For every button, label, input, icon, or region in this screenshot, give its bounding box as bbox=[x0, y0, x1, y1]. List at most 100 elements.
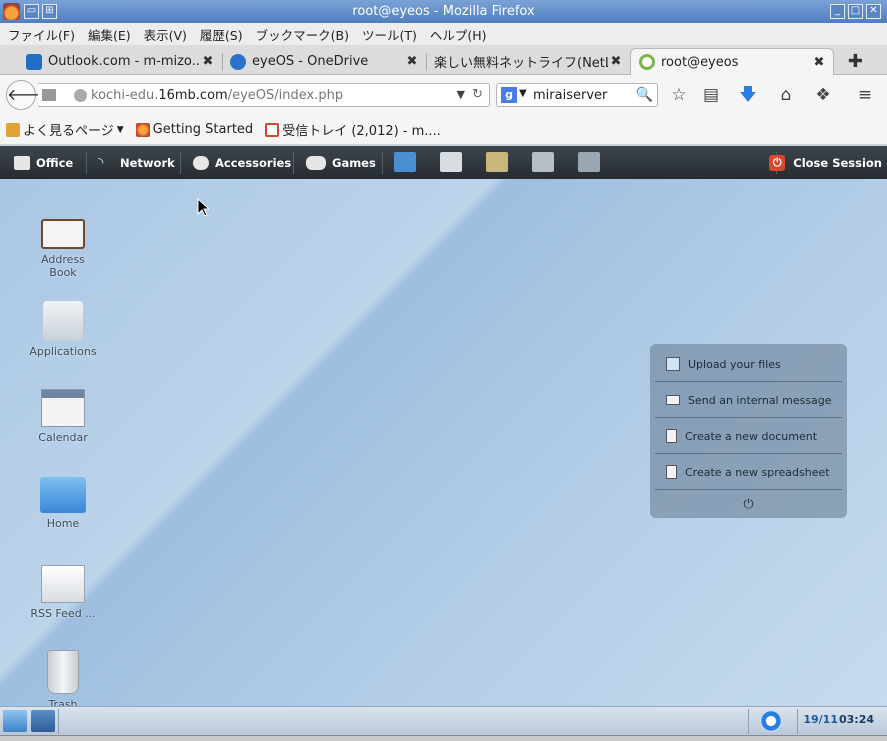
menu-office[interactable]: Office bbox=[14, 146, 73, 179]
document-icon bbox=[666, 429, 677, 443]
window-title: root@eyeos - Mozilla Firefox bbox=[352, 4, 535, 19]
desktop-icon-calendar[interactable]: Calendar bbox=[23, 389, 103, 444]
hamburger-menu-icon[interactable]: ≡ bbox=[855, 85, 875, 105]
globe-icon[interactable] bbox=[74, 89, 87, 102]
upload-files-item[interactable]: Upload your files bbox=[655, 347, 842, 382]
accessories-icon bbox=[193, 155, 209, 170]
rss-feed-icon bbox=[41, 565, 85, 603]
files-app-icon[interactable] bbox=[394, 152, 416, 172]
firefox-icon bbox=[3, 3, 20, 20]
back-button[interactable]: 🡐 bbox=[6, 80, 50, 110]
download-icon[interactable]: 🡇 bbox=[738, 85, 758, 105]
calendar-icon bbox=[41, 389, 85, 427]
power-icon[interactable]: ⏻ bbox=[650, 497, 847, 512]
desktop-icon-rss-feed[interactable]: RSS Feed ... bbox=[23, 565, 103, 620]
google-icon[interactable]: g bbox=[501, 87, 517, 103]
eyeos-status-icon[interactable] bbox=[760, 710, 782, 732]
folder-icon bbox=[6, 122, 20, 137]
maximize-button[interactable]: □ bbox=[848, 4, 863, 19]
tab-netlife[interactable]: 楽しい無料ネットライフ(NetLi... ✖ bbox=[426, 48, 630, 75]
search-icon[interactable]: 🔍 bbox=[636, 87, 653, 103]
address-book-icon bbox=[41, 219, 85, 249]
taskbar: 19/11 03:24 bbox=[0, 706, 887, 735]
menu-view[interactable]: 表示(V) bbox=[144, 25, 187, 44]
new-spreadsheet-item[interactable]: Create a new spreadsheet bbox=[655, 455, 842, 490]
send-message-item[interactable]: Send an internal message bbox=[655, 383, 842, 418]
desktop-icon-trash[interactable]: Trash bbox=[23, 650, 103, 706]
taskbar-time: 03:24 bbox=[838, 713, 874, 726]
bookmark-star-icon[interactable]: ☆ bbox=[669, 85, 689, 105]
gamepad-icon bbox=[306, 155, 326, 170]
mail-icon bbox=[666, 395, 680, 405]
window-titlebar: ▭ ⊞ root@eyeos - Mozilla Firefox _ □ ✕ bbox=[0, 0, 887, 23]
tab-outlook[interactable]: Outlook.com - m-mizo... ✖ bbox=[18, 48, 222, 75]
desktop-icon-home[interactable]: Home bbox=[23, 477, 103, 530]
taskbar-date: 19/11 bbox=[803, 713, 838, 726]
tab-close-icon[interactable]: ✖ bbox=[608, 54, 624, 69]
search-input[interactable] bbox=[533, 86, 633, 104]
upload-icon bbox=[666, 357, 680, 371]
window-switcher-icon[interactable] bbox=[31, 710, 55, 732]
close-session-button[interactable]: ⏻ Close Session bbox=[769, 146, 882, 179]
sync-icon[interactable]: ❖ bbox=[813, 85, 833, 105]
menu-accessories[interactable]: Accessories bbox=[193, 146, 291, 179]
close-window-button[interactable]: ✕ bbox=[866, 4, 881, 19]
reading-list-icon[interactable]: ▤ bbox=[701, 85, 721, 105]
url-bar[interactable]: kochi-edu.16mb.com/eyeOS/index.php ▼ ↻ bbox=[38, 83, 490, 107]
menu-help[interactable]: ヘルプ(H) bbox=[430, 25, 487, 44]
reader-icon[interactable] bbox=[42, 89, 56, 101]
show-desktop-icon[interactable] bbox=[3, 710, 27, 732]
desktop-icon-applications[interactable]: Applications bbox=[23, 301, 103, 358]
bookmark-getting-started[interactable]: Getting Started bbox=[135, 122, 253, 137]
chevron-down-icon[interactable]: ▼ bbox=[519, 88, 527, 99]
window-stick-button[interactable]: ⊞ bbox=[42, 4, 57, 19]
chevron-down-icon: ▼ bbox=[116, 124, 124, 135]
new-tab-icon[interactable]: ✚ bbox=[848, 51, 863, 72]
trash-icon bbox=[47, 650, 79, 694]
menu-network[interactable]: ◝ Network bbox=[98, 146, 175, 179]
menu-bar: ファイル(F) 編集(E) 表示(V) 履歴(S) ブックマーク(B) ツール(… bbox=[0, 23, 887, 45]
navigation-toolbar: 🡐 kochi-edu.16mb.com/eyeOS/index.php ▼ ↻… bbox=[0, 75, 887, 115]
tab-close-icon[interactable]: ✖ bbox=[811, 55, 827, 70]
home-icon[interactable]: ⌂ bbox=[776, 85, 796, 105]
reload-icon[interactable]: ↻ bbox=[472, 87, 483, 102]
image-app-icon[interactable] bbox=[486, 152, 508, 172]
menu-tools[interactable]: ツール(T) bbox=[362, 25, 417, 44]
bookmark-gmail[interactable]: 受信トレイ (2,012) - m.... bbox=[265, 120, 441, 139]
menu-bookmarks[interactable]: ブックマーク(B) bbox=[256, 25, 349, 44]
host-taskbar-strip bbox=[0, 735, 887, 741]
menu-history[interactable]: 履歴(S) bbox=[200, 25, 243, 44]
menu-file[interactable]: ファイル(F) bbox=[8, 25, 75, 44]
power-icon: ⏻ bbox=[769, 154, 786, 171]
tab-bar: Outlook.com - m-mizo... ✖ eyeOS - OneDri… bbox=[0, 45, 887, 75]
bookmark-most-visited[interactable]: よく見るページ ▼ bbox=[6, 120, 124, 139]
outlook-icon bbox=[26, 53, 42, 70]
quick-actions-panel: Upload your files Send an internal messa… bbox=[650, 344, 847, 518]
bookmarks-bar: よく見るページ ▼ Getting Started 受信トレイ (2,012) … bbox=[0, 115, 887, 145]
firefox-icon bbox=[135, 122, 150, 137]
spreadsheet-icon bbox=[666, 465, 677, 479]
tab-eyeos[interactable]: root@eyeos ✖ bbox=[630, 48, 834, 75]
eyeos-icon bbox=[639, 54, 655, 70]
minimize-button[interactable]: _ bbox=[830, 4, 845, 19]
documents-app-icon[interactable] bbox=[440, 152, 462, 172]
tab-close-icon[interactable]: ✖ bbox=[404, 54, 420, 69]
tab-onedrive[interactable]: eyeOS - OneDrive ✖ bbox=[222, 48, 426, 75]
tab-close-icon[interactable]: ✖ bbox=[200, 54, 216, 69]
url-text: kochi-edu.16mb.com/eyeOS/index.php bbox=[91, 88, 344, 103]
search-bar: g ▼ 🔍 bbox=[496, 83, 658, 107]
menu-games[interactable]: Games bbox=[306, 146, 376, 179]
menu-edit[interactable]: 編集(E) bbox=[88, 25, 131, 44]
new-document-item[interactable]: Create a new document bbox=[655, 419, 842, 454]
contacts-app-icon[interactable] bbox=[532, 152, 554, 172]
desktop-icon-address-book[interactable]: Address Book bbox=[23, 217, 103, 279]
home-folder-icon bbox=[40, 477, 86, 513]
window-menu-button[interactable]: ▭ bbox=[24, 4, 39, 19]
calendar-app-icon[interactable] bbox=[578, 152, 600, 172]
eyeos-topbar: Office ◝ Network Accessories Games ⏻ Clo… bbox=[0, 146, 887, 179]
mouse-cursor-icon bbox=[197, 198, 209, 217]
chevron-down-icon[interactable]: ▼ bbox=[457, 88, 465, 101]
wifi-icon: ◝ bbox=[98, 154, 104, 171]
gmail-icon bbox=[265, 122, 280, 137]
applications-icon bbox=[43, 301, 83, 341]
